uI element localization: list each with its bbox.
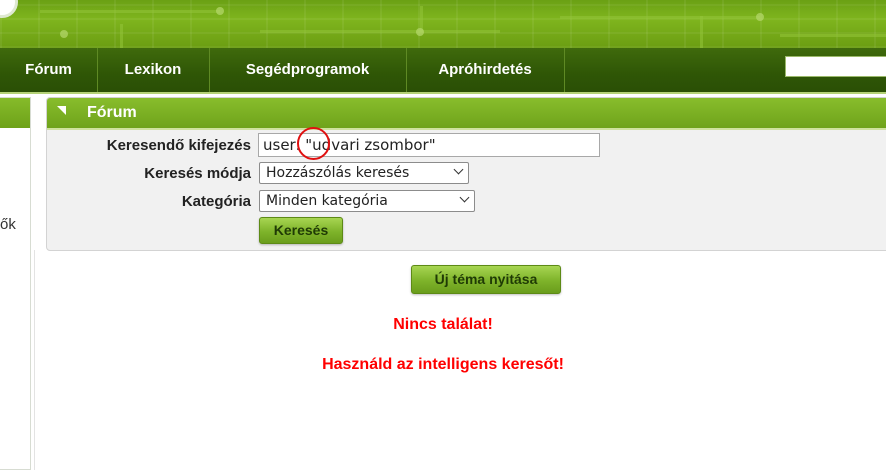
search-mode-select[interactable]: Hozzászólás keresés: [259, 162, 469, 184]
nav-item-forum[interactable]: Fórum: [0, 48, 98, 92]
category-label: Kategória: [181, 193, 251, 210]
search-mode-label: Keresés módja: [144, 165, 251, 182]
site-banner: [0, 0, 886, 48]
no-result-message: Nincs találat!: [393, 316, 493, 333]
main-navigation: Fórum Lexikon Segédprogramok Apróhirdeté…: [0, 48, 886, 94]
new-topic-button[interactable]: Új téma nyitása: [411, 265, 561, 294]
nav-item-lexikon[interactable]: Lexikon: [97, 48, 210, 92]
search-mode-value: Hozzászólás keresés: [266, 165, 410, 181]
nav-item-aprohirdetes[interactable]: Apróhirdetés: [406, 48, 565, 92]
corner-arrow-icon: [57, 106, 66, 115]
category-select[interactable]: Minden kategória: [259, 190, 475, 212]
category-value: Minden kategória: [266, 193, 388, 209]
nav-item-segedprogramok[interactable]: Segédprogramok: [209, 48, 407, 92]
panel-header: Fórum: [47, 98, 886, 130]
smart-search-hint: Használd az intelligens keresőt!: [322, 356, 564, 373]
chevron-down-icon: [459, 192, 470, 203]
left-sidebar: ők: [0, 97, 31, 470]
search-query-input[interactable]: user: "udvari zsombor": [258, 133, 600, 157]
logo-icon[interactable]: [0, 0, 18, 18]
query-label: Keresendő kifejezés: [106, 137, 251, 154]
panel-title: Fórum: [87, 104, 137, 121]
chevron-down-icon: [453, 164, 464, 175]
site-search-input[interactable]: [785, 56, 886, 77]
search-button[interactable]: Keresés: [259, 217, 343, 244]
left-sidebar-text: ők: [0, 216, 16, 233]
left-sidebar-header: [0, 98, 30, 128]
